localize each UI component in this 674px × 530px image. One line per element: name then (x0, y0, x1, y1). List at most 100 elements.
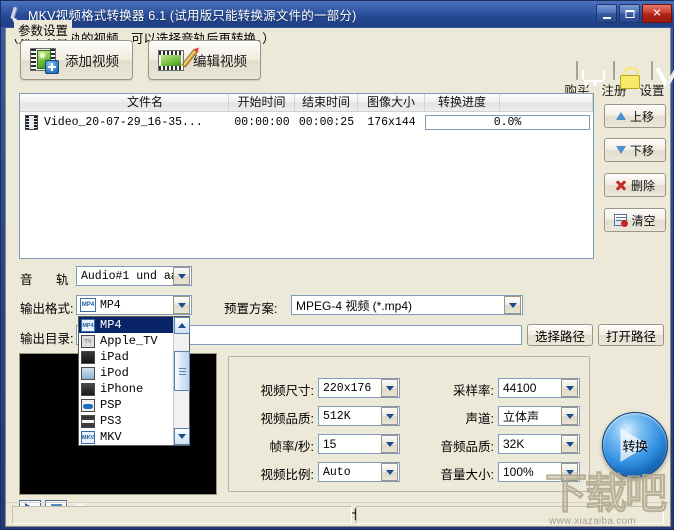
maximize-icon (625, 10, 634, 18)
framerate-select[interactable]: 15 (318, 434, 400, 454)
chevron-down-icon[interactable] (561, 463, 578, 481)
client-area: 添加视频 编辑视频 购买 注册 设置 (5, 28, 671, 527)
framerate-label: 帧率/秒: (240, 436, 314, 455)
close-icon: ✕ (652, 8, 661, 19)
register-icon (613, 61, 615, 80)
choose-path-button[interactable]: 选择路径 (527, 324, 593, 346)
output-format-option-list: MP4 MP4 TV Apple_TV iPad iPod iPhon (79, 317, 173, 445)
chevron-down-icon[interactable] (381, 463, 398, 481)
iphone-icon (81, 383, 95, 396)
output-format-select[interactable]: MP4 MP4 (76, 295, 192, 315)
move-up-button[interactable]: 上移 (604, 104, 666, 128)
option-label: MKV (100, 430, 122, 444)
cell-filename: Video_20-07-29_16-35... (20, 115, 229, 130)
app-window: MKV视频格式转换器 6.1 (试用版只能转换源文件的一部分) ✕ 添加视频 编… (0, 0, 674, 530)
option-ipod[interactable]: iPod (79, 365, 173, 381)
move-down-button[interactable]: 下移 (604, 138, 666, 162)
mp4-icon: MP4 (81, 319, 95, 332)
scrollbar-thumb[interactable] (174, 351, 190, 391)
option-mp4[interactable]: MP4 MP4 (79, 317, 173, 333)
chevron-down-icon[interactable] (381, 407, 398, 425)
parameters-legend: 参数设置 (14, 20, 72, 39)
caption-buttons: ✕ (596, 4, 672, 23)
add-video-icon (30, 47, 58, 73)
column-header-filename[interactable]: 文件名 (20, 94, 229, 111)
chevron-down-icon[interactable] (173, 296, 190, 314)
option-ipad[interactable]: iPad (79, 349, 173, 365)
ipod-icon (81, 367, 95, 380)
minimize-icon (603, 17, 611, 19)
status-bar (6, 502, 670, 526)
delete-button[interactable]: 删除 (604, 173, 666, 197)
preset-value: MPEG-4 视频 (*.mp4) (292, 297, 504, 314)
minimize-button[interactable] (596, 4, 617, 23)
video-size-select[interactable]: 220x176 (318, 378, 400, 398)
sample-rate-label: 采样率: (410, 380, 494, 399)
maximize-button[interactable] (619, 4, 640, 23)
audio-quality-value: 32K (499, 437, 561, 451)
output-format-label: 输出格式: (20, 298, 73, 317)
audio-track-value: Audio#1 und aac (77, 270, 173, 283)
dropdown-scrollbar[interactable] (173, 317, 189, 445)
buy-icon (576, 61, 578, 80)
progress-bar: 0.0% (425, 115, 590, 130)
sample-rate-select[interactable]: 44100 (498, 378, 580, 398)
chevron-down-icon[interactable] (561, 407, 578, 425)
convert-label: 转换 (622, 436, 647, 455)
scroll-up-button[interactable] (174, 317, 190, 334)
column-header-end-time[interactable]: 结束时间 (295, 94, 358, 111)
audio-quality-select[interactable]: 32K (498, 434, 580, 454)
scroll-down-button[interactable] (174, 428, 190, 445)
cell-end-time: 00:00:25 (295, 116, 358, 129)
column-header-progress[interactable]: 转换进度 (425, 94, 500, 111)
chevron-down-icon[interactable] (381, 379, 398, 397)
toolbar: 添加视频 编辑视频 购买 注册 设置 (6, 28, 670, 92)
ipad-icon (81, 351, 95, 364)
volume-level-label: 音量大小: (410, 464, 494, 483)
settings-button[interactable]: 设置 (632, 62, 672, 99)
window-title: MKV视频格式转换器 6.1 (试用版只能转换源文件的一部分) (28, 5, 356, 24)
chevron-down-icon[interactable] (504, 296, 521, 314)
arrow-down-icon (616, 146, 626, 154)
register-button[interactable]: 注册 (594, 62, 634, 99)
convert-button[interactable]: 转换 (602, 412, 668, 478)
delete-x-icon (615, 179, 627, 191)
title-bar: MKV视频格式转换器 6.1 (试用版只能转换源文件的一部分) ✕ (1, 1, 674, 27)
column-header-spacer (500, 94, 593, 111)
preset-select[interactable]: MPEG-4 视频 (*.mp4) (291, 295, 523, 315)
option-mkv[interactable]: MKV MKV (79, 429, 173, 445)
add-video-button[interactable]: 添加视频 (20, 40, 133, 80)
chevron-down-icon[interactable] (381, 435, 398, 453)
option-psp[interactable]: PSP (79, 397, 173, 413)
open-path-button[interactable]: 打开路径 (598, 324, 664, 346)
status-pane-1 (12, 506, 352, 524)
video-quality-select[interactable]: 512K (318, 406, 400, 426)
option-label: PSP (100, 398, 122, 412)
table-row[interactable]: Video_20-07-29_16-35... 00:00:00 00:00:2… (20, 112, 593, 132)
edit-video-button[interactable]: 编辑视频 (148, 40, 261, 80)
settings-icon (651, 61, 653, 80)
clear-button[interactable]: 清空 (604, 208, 666, 232)
video-ratio-select[interactable]: Auto (318, 462, 400, 482)
option-label: iPad (100, 350, 129, 364)
clear-list-icon (614, 214, 627, 226)
option-label: Apple_TV (100, 334, 158, 348)
audio-channel-select[interactable]: 立体声 (498, 406, 580, 426)
close-button[interactable]: ✕ (642, 4, 672, 23)
column-header-start-time[interactable]: 开始时间 (229, 94, 295, 111)
chevron-down-icon[interactable] (561, 379, 578, 397)
chevron-down-icon[interactable] (173, 267, 190, 285)
volume-level-select[interactable]: 100% (498, 462, 580, 482)
status-pane-2 (356, 506, 664, 524)
output-format-dropdown[interactable]: MP4 MP4 TV Apple_TV iPad iPod iPhon (78, 316, 190, 446)
audio-track-select[interactable]: Audio#1 und aac (76, 266, 192, 286)
column-header-image-size[interactable]: 图像大小 (358, 94, 425, 111)
option-iphone[interactable]: iPhone (79, 381, 173, 397)
option-ps3[interactable]: PS3 (79, 413, 173, 429)
appletv-icon: TV (81, 335, 95, 348)
chevron-down-icon[interactable] (561, 435, 578, 453)
edit-video-icon (158, 47, 186, 73)
file-list[interactable]: 文件名 开始时间 结束时间 图像大小 转换进度 Video_20-07-29_1… (19, 93, 594, 259)
option-apple-tv[interactable]: TV Apple_TV (79, 333, 173, 349)
video-size-value: 220x176 (319, 382, 381, 395)
